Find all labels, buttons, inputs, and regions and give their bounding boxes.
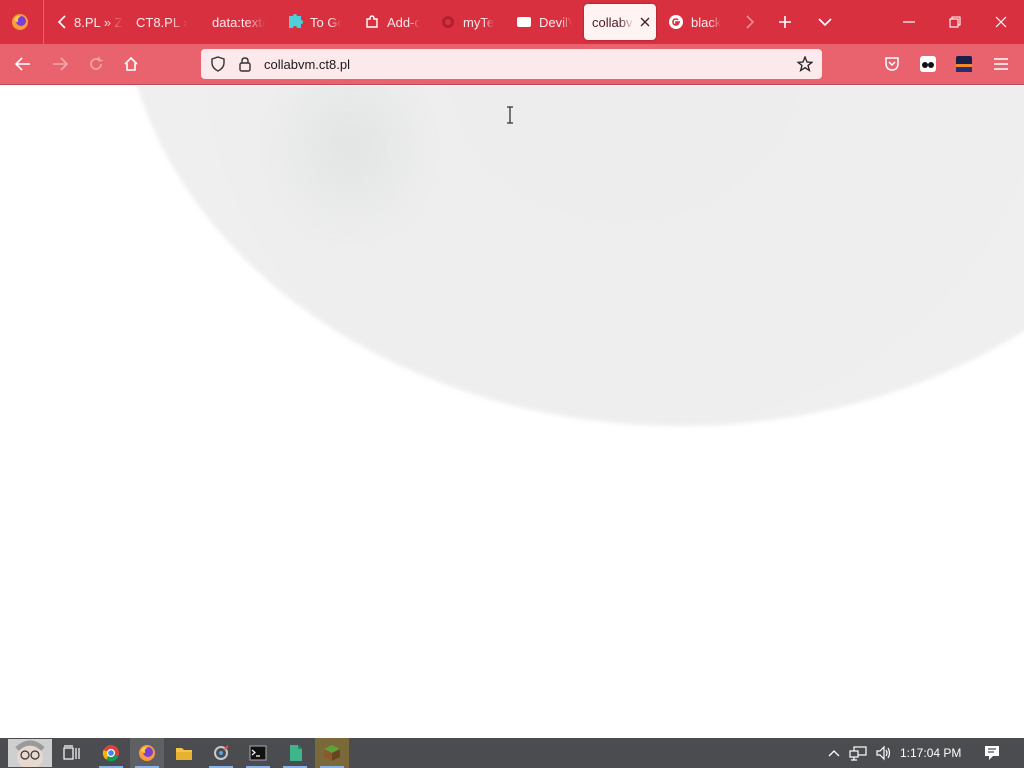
file-explorer-icon[interactable] [167,738,201,768]
address-bar[interactable]: collabvm.ct8.pl [201,49,822,79]
tab-label: collabv [592,14,633,30]
list-all-tabs-icon[interactable] [815,12,835,32]
terminal-icon[interactable] [241,738,275,768]
task-view-icon[interactable] [55,738,89,768]
tab-mytext[interactable]: myTe [440,4,496,40]
puzzle-blue-icon [287,14,303,30]
mytext-icon [440,14,456,30]
firefox-menu-icon[interactable] [10,12,30,32]
tab-label: 8.PL » Z [74,14,123,30]
network-icon[interactable] [844,738,872,768]
close-tab-icon[interactable] [640,15,650,30]
windows-taskbar: 1:17:04 PM [0,738,1024,768]
tab-label: black [691,14,722,30]
minecraft-icon[interactable] [315,738,349,768]
reload-icon[interactable] [85,54,107,74]
devil-icon [516,14,532,30]
page-content[interactable] [0,86,1024,738]
tab-label: Add-o [387,14,420,30]
notifications-icon[interactable] [976,738,1008,768]
app-icon[interactable] [278,738,312,768]
url-text[interactable]: collabvm.ct8.pl [264,57,350,72]
shield-icon[interactable] [209,55,227,73]
forward-icon[interactable] [49,54,71,74]
tab-to-go[interactable]: To Go [287,4,341,40]
tab-strip: 8.PL » Z CT8.PL » C data:text/ To Go Add… [0,0,1024,44]
minimize-icon[interactable] [898,12,920,32]
volume-icon[interactable] [870,738,898,768]
hamburger-menu-icon[interactable] [990,54,1012,74]
tab-label: DevilV [539,14,572,30]
new-tab-icon[interactable] [775,12,795,32]
clock[interactable]: 1:17:04 PM [900,746,961,760]
scroll-tabs-left-icon[interactable] [52,12,72,32]
navigation-toolbar: collabvm.ct8.pl [0,44,1024,85]
back-icon[interactable] [12,54,34,74]
background-image [120,86,1024,426]
tools-icon[interactable] [204,738,238,768]
chrome-icon[interactable] [94,738,128,768]
google-icon [668,14,684,30]
pocket-icon[interactable] [882,54,902,74]
tab-ct8-c[interactable]: CT8.PL » C [136,4,188,40]
scroll-tabs-right-icon[interactable] [740,12,760,32]
tab-collabvm[interactable]: collabv [584,4,656,40]
tab-google-black[interactable]: black [668,4,732,40]
tab-label: To Go [310,14,341,30]
text-cursor-icon [505,106,515,129]
bookmark-star-icon[interactable] [795,55,815,73]
tab-label: myTe [463,14,495,30]
extension-mask-icon[interactable] [917,54,939,74]
tab-ct8-z[interactable]: 8.PL » Z [74,4,124,40]
tab-label: data:text/ [212,14,266,30]
extension-theme-icon[interactable] [953,54,975,74]
addon-icon [364,14,380,30]
restore-icon[interactable] [944,12,966,32]
user-avatar[interactable] [6,738,54,768]
tab-divider [43,0,44,44]
tab-add-ons[interactable]: Add-o [364,4,420,40]
close-window-icon[interactable] [990,12,1012,32]
lock-icon[interactable] [236,55,254,73]
tab-devil[interactable]: DevilV [516,4,572,40]
home-icon[interactable] [120,54,142,74]
tab-data-text[interactable]: data:text/ [212,4,268,40]
tab-label: CT8.PL » C [136,14,188,30]
firefox-icon[interactable] [130,738,164,768]
